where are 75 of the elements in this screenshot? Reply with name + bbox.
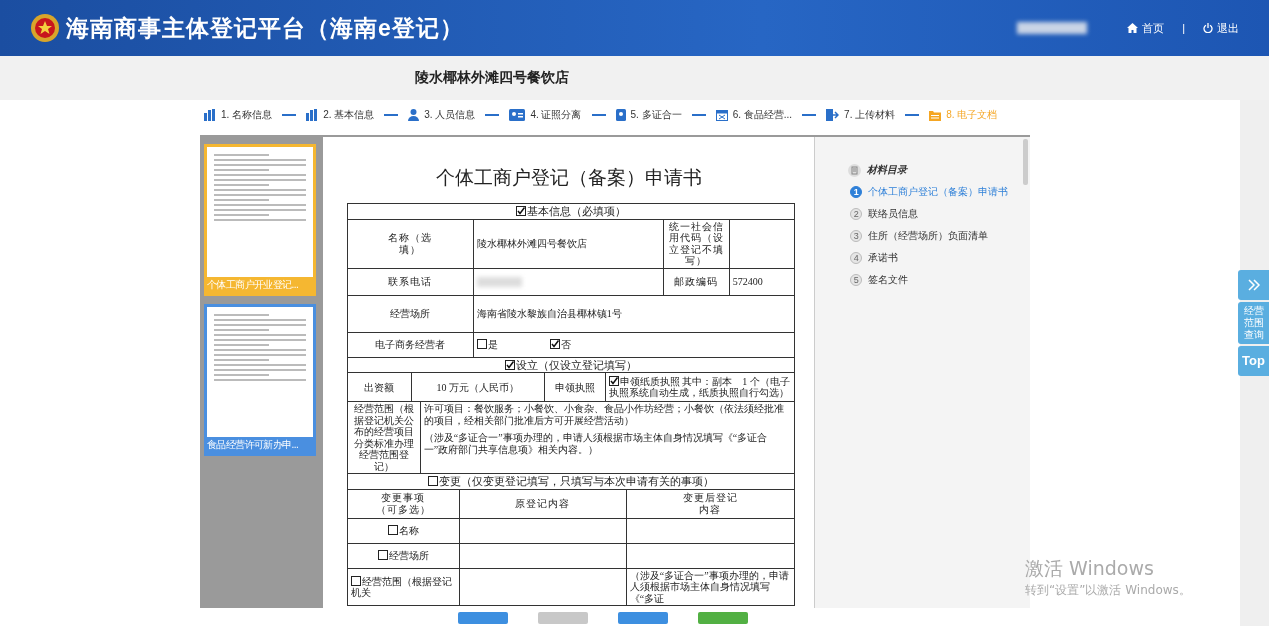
activation-notice-text: 转到“设置”以激活 Windows。 — [1025, 582, 1191, 599]
step-tab[interactable]: 6. 食品经营... — [715, 108, 793, 122]
activation-notice-title: 激活 Windows — [1025, 556, 1155, 581]
document-title: 个体工商户登记（备案）申请书 — [434, 166, 703, 190]
checkbox-label: 经营范围（根据登记机关 — [350, 575, 452, 599]
site-title: 海南商事主体登记平台（海南e登记） — [66, 13, 464, 43]
table-cell: （涉及“多证合一”事项办理的，申请人须根据市场主体自身情况填写《“多证 — [625, 568, 794, 606]
step-tab[interactable]: 2. 基本信息 — [306, 108, 375, 122]
step-tab[interactable]: 3. 人员信息 — [408, 108, 476, 122]
calendar-icon — [715, 109, 728, 121]
table-cell-text: （涉及“多证合一”事项办理的，申请人须根据市场主体自身情况填写《“多证合一”政府部门共享信息项》相关内容。） — [423, 432, 769, 456]
action-button[interactable] — [538, 612, 588, 624]
table-cell: 申领执照 — [543, 373, 605, 402]
bar-chart-icon — [306, 109, 319, 121]
expand-button[interactable] — [1238, 270, 1269, 300]
table-cell-text: 出资额 — [363, 380, 396, 395]
checkbox-label: 经营场所 — [388, 550, 429, 562]
step-number: 2 — [850, 208, 863, 220]
catalog-item[interactable]: 2 联络员信息 — [850, 207, 1030, 221]
catalog-title: 材料目录 — [867, 163, 908, 177]
id-card-icon — [509, 109, 526, 121]
action-button[interactable] — [618, 612, 668, 624]
action-button[interactable] — [698, 612, 748, 624]
checkbox-label: 否 — [560, 338, 571, 350]
thumbnail-caption: 个体工商户开业登记... — [207, 278, 300, 292]
home-icon — [1127, 23, 1139, 33]
step-number: 4 — [850, 252, 863, 264]
action-button[interactable] — [458, 612, 508, 624]
table-cell: 邮政编码 — [674, 275, 719, 288]
checkbox-label: 是 — [487, 338, 498, 350]
step-number: 3 — [850, 230, 863, 242]
home-link[interactable]: 首页 — [1127, 20, 1165, 36]
list-icon — [848, 163, 862, 177]
table-cell: 变更后登记内容 — [682, 492, 738, 516]
checkbox-label: 设立（仅设立登记填写） — [515, 358, 637, 371]
table-cell: 原登记内容 — [515, 498, 571, 510]
checkbox-label: 申领纸质执照 其中：副本 1 个（电子执照系统自动生成，纸质执照自行勾选） — [608, 375, 790, 399]
table-cell: 联系电话 — [388, 275, 433, 288]
table-cell-text: 经营场所 — [389, 306, 432, 321]
table-cell: 变更事项（可多选） — [375, 492, 431, 516]
logout-link[interactable]: 退出 — [1203, 20, 1239, 36]
thumbnail-caption: 食品经营许可新办申... — [207, 438, 300, 452]
shop-name: 陵水椰林外滩四号餐饮店 — [415, 69, 569, 87]
step-tab[interactable]: 5. 多证合一 — [615, 108, 682, 122]
power-icon — [1203, 23, 1213, 33]
table-cell-text: 许可项目：餐饮服务；小餐饮、小食杂、食品小作坊经营；小餐饮（依法须经批准的项目，经相关部门批准后方可开展经营活动） — [423, 403, 785, 427]
checkbox-label: 基本信息（必填项） — [526, 205, 626, 217]
checkbox-label: 名称 — [398, 525, 419, 537]
folder-icon — [929, 109, 942, 121]
person-icon — [408, 109, 420, 121]
catalog-scrollbar[interactable] — [1023, 139, 1028, 185]
table-cell-text: 名称（选填） — [387, 232, 434, 256]
table-cell-text: 经营范围（根据登记机关公布的经营项目分类标准办理经营范围登记） — [352, 402, 415, 474]
catalog-item[interactable]: 1 个体工商户登记（备案）申请书 — [850, 185, 1030, 199]
badge-icon — [615, 109, 626, 121]
step-tab[interactable]: 7. 上传材料 — [826, 108, 896, 122]
separator: | — [1182, 22, 1185, 34]
exit-icon — [826, 109, 840, 121]
double-chevron-icon — [1246, 278, 1261, 292]
table-cell: 572400 — [728, 268, 794, 295]
table-cell: 海南省陵水黎族自治县椰林镇1号 — [472, 295, 794, 332]
step-tab[interactable]: 1. 名称信息 — [204, 108, 273, 122]
step-number: 5 — [850, 274, 863, 286]
emblem-icon — [30, 13, 60, 43]
table-cell: 陵水椰林外滩四号餐饮店 — [472, 219, 663, 268]
step-tab[interactable]: 4. 证照分离 — [509, 108, 582, 122]
table-cell-text: 电子商务经营者 — [374, 337, 447, 352]
table-cell: 10 万元（人民币） — [410, 373, 544, 402]
table-cell: 统一社会信用代码（设立登记不填写） — [668, 220, 724, 267]
bar-chart-icon — [204, 109, 216, 121]
step-number: 1 — [850, 186, 863, 198]
checkbox-label: 变更（仅变更登记填写，只填写与本次申请有关的事项） — [438, 475, 714, 488]
catalog-item[interactable]: 5 签名文件 — [850, 273, 1030, 287]
catalog-item[interactable]: 3 住所（经营场所）负面清单 — [850, 229, 1030, 243]
catalog-item[interactable]: 4 承诺书 — [850, 251, 1030, 265]
